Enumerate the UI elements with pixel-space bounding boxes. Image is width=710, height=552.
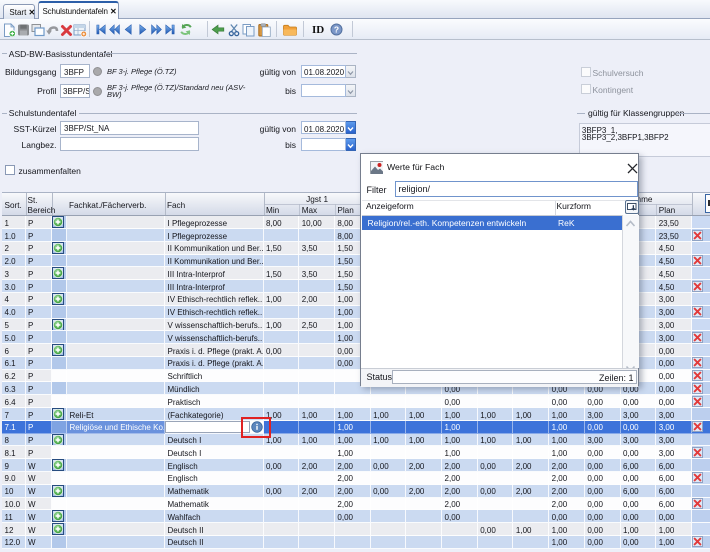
svg-text:?: ? bbox=[334, 25, 339, 35]
